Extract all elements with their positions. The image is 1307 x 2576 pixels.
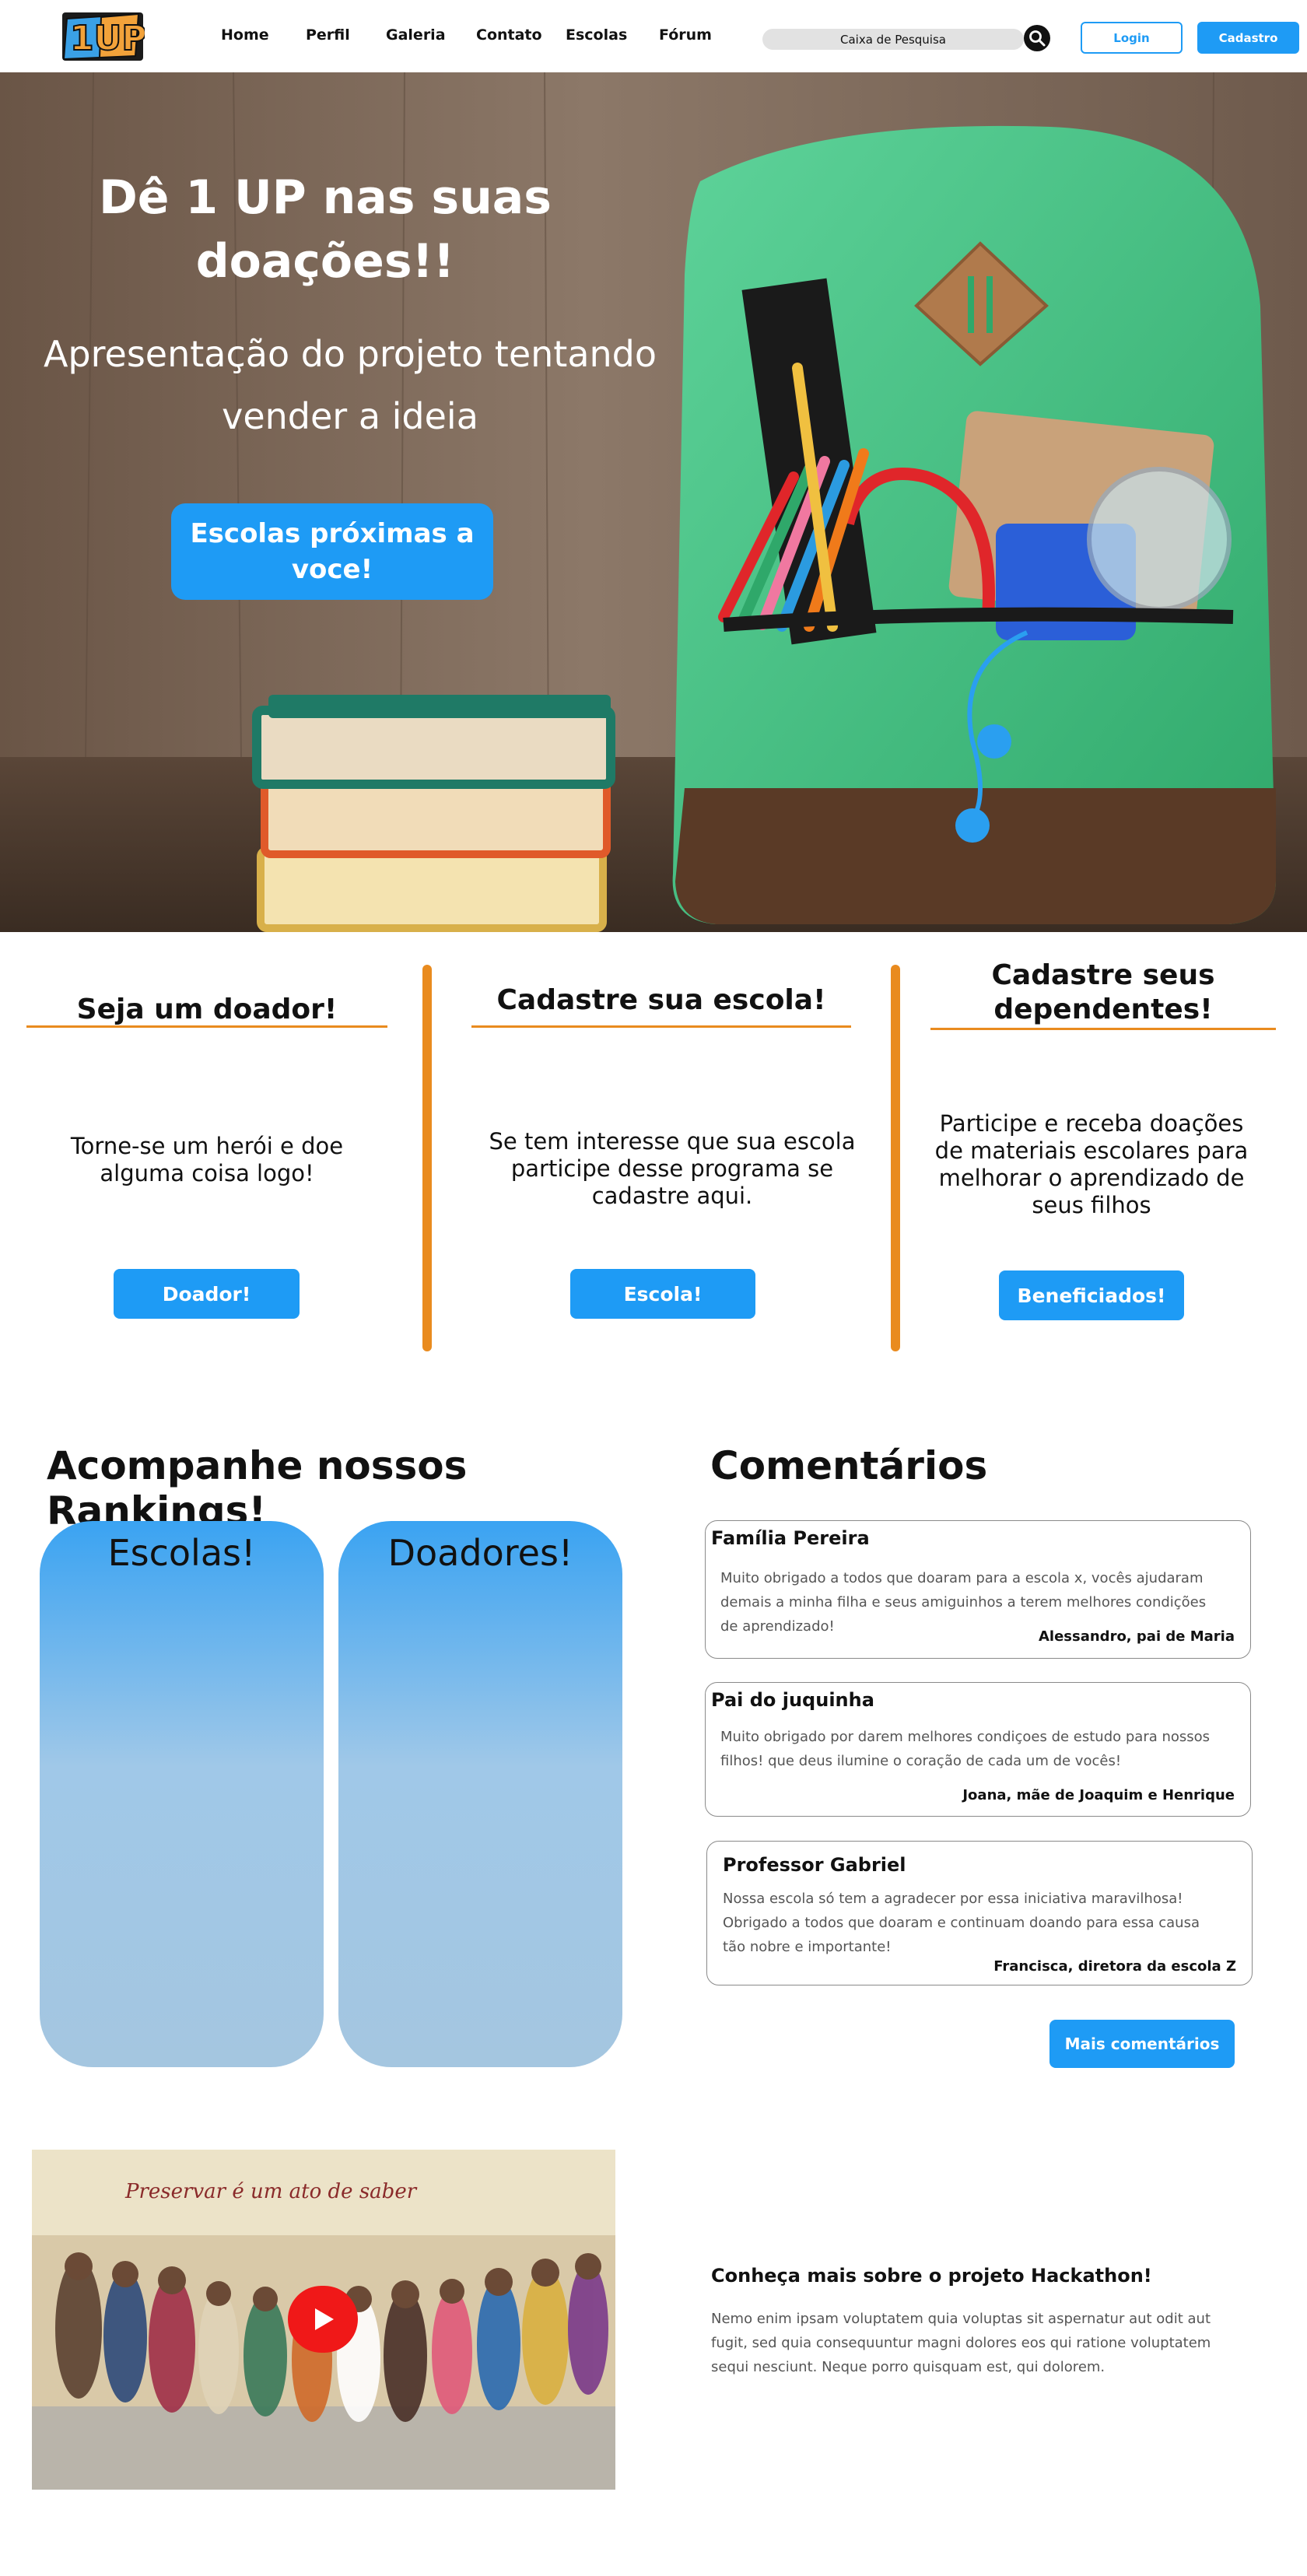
about-text: Nemo enim ipsam voluptatem quia voluptas…: [711, 2311, 1211, 2375]
dependents-card-title: Cadastre seus dependentes!: [991, 959, 1215, 1025]
card-separator: [891, 965, 900, 1351]
hero-title: Dê 1 UP nas suas doações!!: [98, 170, 552, 289]
beneficiaries-button[interactable]: Beneficiados!: [999, 1270, 1184, 1320]
ranking-panel-donors[interactable]: Doadores!: [338, 1521, 622, 2067]
dependents-card-text: Participe e receba doações de materiais …: [934, 1110, 1249, 1218]
comment-name: Professor Gabriel: [723, 1854, 906, 1876]
logo[interactable]: 1UP: [61, 11, 145, 62]
books-illustration: [252, 695, 615, 932]
comments-heading: Comentários: [710, 1443, 988, 1488]
school-card-title: Cadastre sua escola!: [496, 984, 826, 1016]
nav-galeria[interactable]: Galeria: [386, 26, 446, 44]
comment-name: Família Pereira: [711, 1527, 870, 1549]
search-button[interactable]: [1024, 25, 1050, 51]
nearby-schools-button[interactable]: Escolas próximas a voce!: [171, 503, 493, 600]
login-button[interactable]: Login: [1081, 22, 1183, 54]
school-card-divider: [471, 1025, 851, 1028]
backpack-illustration: [672, 125, 1276, 924]
nav-escolas[interactable]: Escolas: [566, 26, 627, 44]
about-title: Conheça mais sobre o projeto Hackathon!: [711, 2265, 1152, 2287]
comment-body: Nossa escola só tem a agradecer por essa…: [723, 1891, 1200, 1955]
logo-mark: 1UP: [70, 19, 145, 58]
card-separator: [422, 965, 432, 1351]
more-comments-button[interactable]: Mais comentários: [1049, 2020, 1235, 2068]
school-button[interactable]: Escola!: [570, 1269, 755, 1319]
comment-card: Família Pereira Muito obrigado a todos q…: [705, 1520, 1251, 1659]
nav-perfil[interactable]: Perfil: [306, 26, 350, 44]
comment-author: Francisca, diretora da escola Z: [993, 1958, 1236, 1975]
hero-banner: Dê 1 UP nas suas doações!! Apresentação …: [0, 72, 1307, 932]
ranking-panel-label: Escolas!: [107, 1532, 256, 1574]
rankings-heading: Acompanhe nossos Rankings!: [47, 1443, 468, 1533]
play-button[interactable]: [288, 2286, 358, 2353]
ranking-panel-label: Doadores!: [387, 1532, 573, 1574]
ranking-panel-schools[interactable]: Escolas!: [40, 1521, 324, 2067]
nav-contato[interactable]: Contato: [476, 26, 542, 44]
school-card-text: Se tem interesse que sua escola particip…: [489, 1128, 856, 1209]
signup-button[interactable]: Cadastro: [1197, 22, 1299, 54]
donor-button[interactable]: Doador!: [114, 1269, 300, 1319]
nav-home[interactable]: Home: [221, 26, 269, 44]
play-icon: [315, 2308, 334, 2330]
comment-body: Muito obrigado por darem melhores condiç…: [720, 1729, 1211, 1769]
dependents-card-divider: [930, 1028, 1276, 1030]
comment-author: Alessandro, pai de Maria: [1038, 1628, 1235, 1645]
nav-forum[interactable]: Fórum: [659, 26, 712, 44]
hero-subtitle: Apresentação do projeto tentando vender …: [43, 333, 657, 437]
comment-card: Professor Gabriel Nossa escola só tem a …: [706, 1841, 1253, 1985]
search-icon: [1029, 30, 1046, 47]
donor-card-divider: [26, 1025, 387, 1028]
video-banner-text: Preservar é um ato de saber: [124, 2180, 418, 2203]
comment-card: Pai do juquinha Muito obrigado por darem…: [705, 1682, 1251, 1817]
search-input[interactable]: [762, 29, 1024, 50]
donor-card-text: Torne-se um herói e doe alguma coisa log…: [70, 1133, 344, 1186]
comment-name: Pai do juquinha: [711, 1689, 874, 1711]
comment-author: Joana, mãe de Joaquim e Henrique: [962, 1787, 1235, 1803]
donor-card-title: Seja um doador!: [76, 994, 338, 1025]
top-navbar: 1UP Home Perfil Galeria Contato Escolas …: [0, 0, 1307, 72]
